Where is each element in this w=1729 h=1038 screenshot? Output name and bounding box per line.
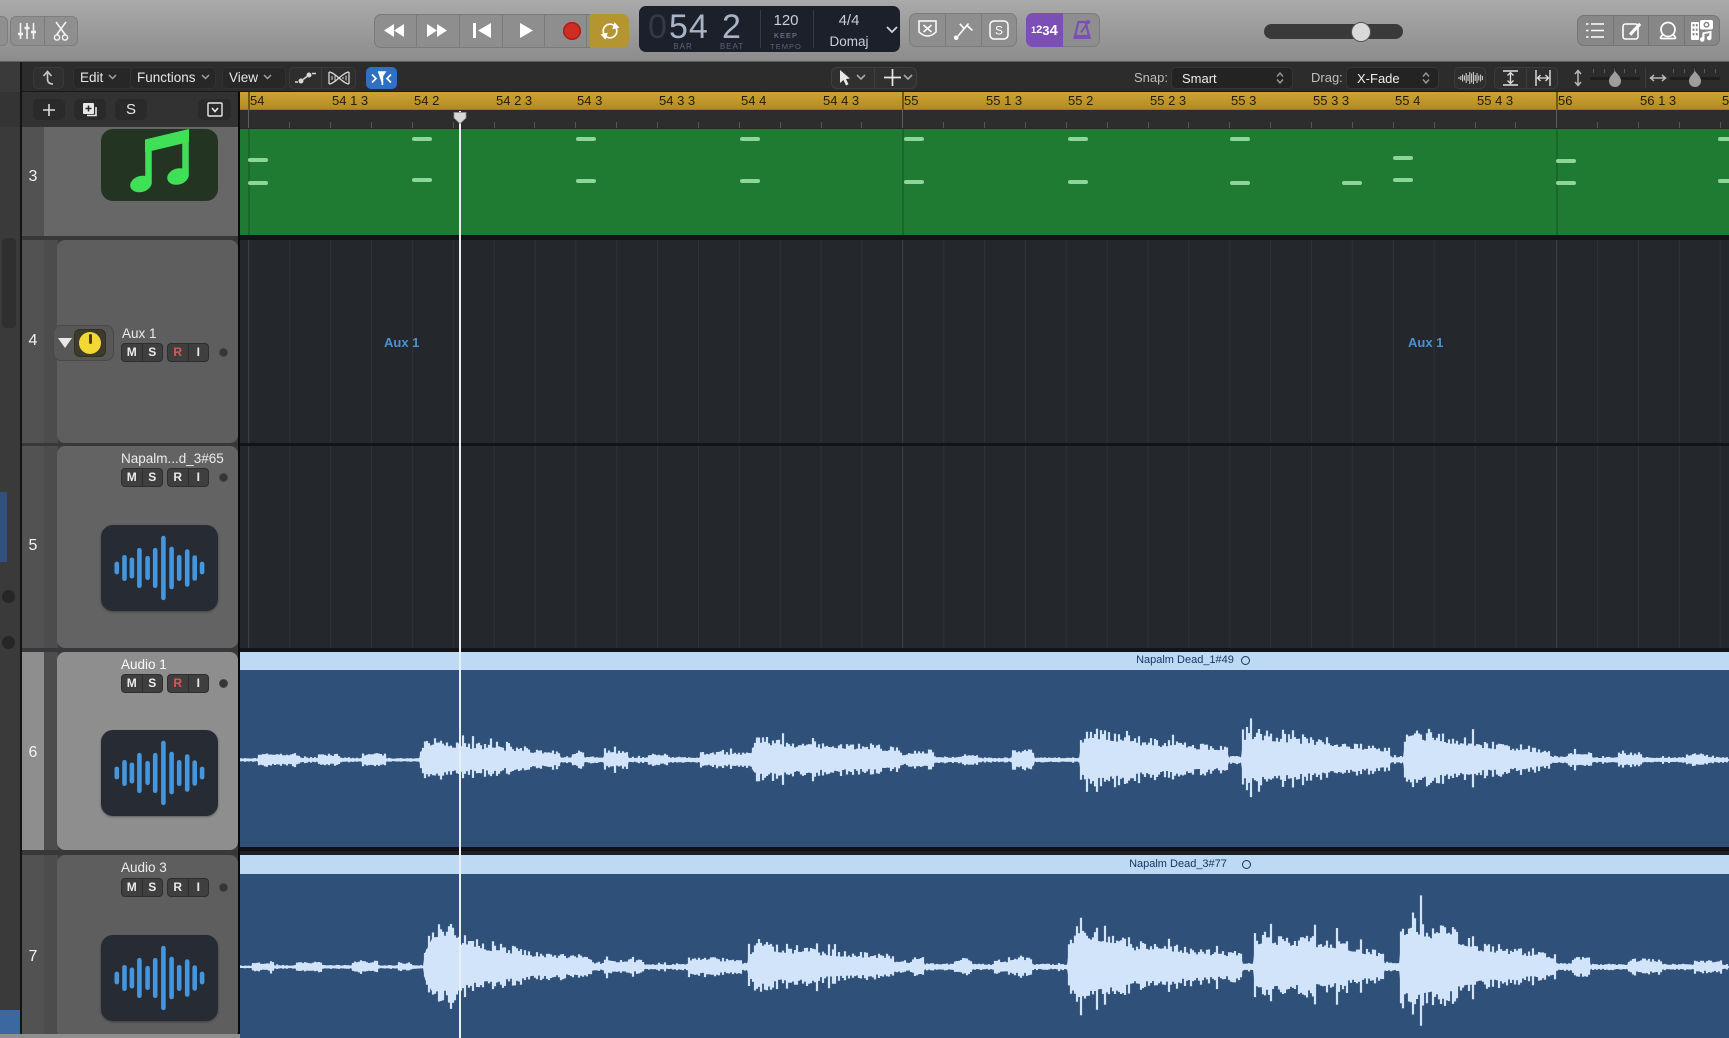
- svg-text:S: S: [995, 24, 1003, 38]
